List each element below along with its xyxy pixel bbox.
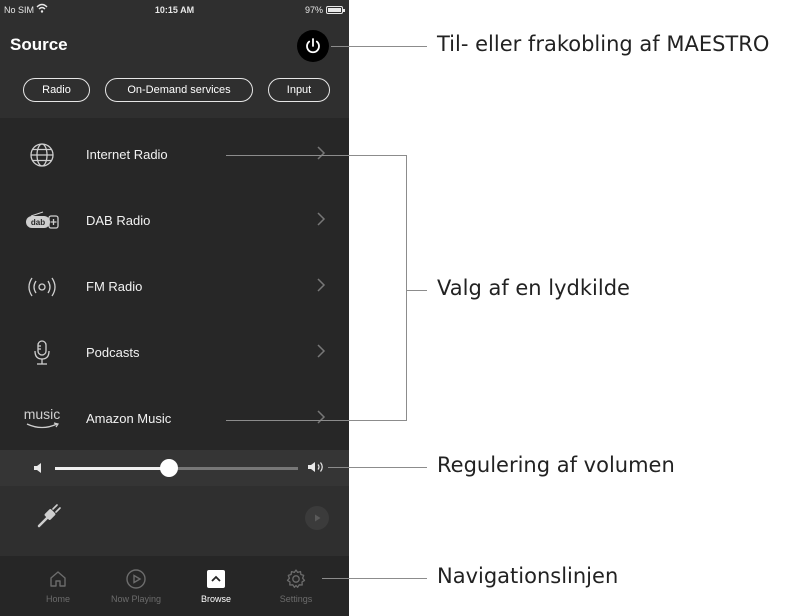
nav-label: Now Playing bbox=[110, 594, 162, 604]
page-title: Source bbox=[10, 35, 68, 54]
nav-now-playing[interactable]: Now Playing bbox=[101, 566, 171, 604]
volume-level-fill bbox=[55, 467, 170, 470]
tab-radio[interactable]: Radio bbox=[23, 78, 90, 102]
list-item-podcasts[interactable]: Podcasts bbox=[0, 319, 349, 385]
callout-line-power bbox=[331, 46, 427, 47]
callout-bracket-source bbox=[406, 155, 407, 421]
phone-screen: No SIM 10:15 AM 97% Source Radio On-Dema… bbox=[0, 0, 349, 616]
callout-line-volume bbox=[328, 467, 427, 468]
source-list: Internet Radio dab DAB Radio FM Radio Po… bbox=[0, 118, 349, 450]
callout-line-source bbox=[406, 290, 427, 291]
nav-home[interactable]: Home bbox=[23, 566, 93, 604]
microphone-icon bbox=[22, 338, 62, 368]
status-bar: No SIM 10:15 AM 97% bbox=[0, 0, 349, 22]
list-item-label: Amazon Music bbox=[86, 411, 172, 426]
power-icon bbox=[306, 38, 320, 54]
list-item-label: Internet Radio bbox=[86, 147, 168, 162]
list-item-label: FM Radio bbox=[86, 279, 143, 294]
nav-browse[interactable]: Browse bbox=[181, 566, 251, 604]
list-item-internet-radio[interactable]: Internet Radio bbox=[0, 121, 349, 187]
nav-settings[interactable]: Settings bbox=[261, 566, 331, 604]
now-playing-strip bbox=[0, 486, 349, 556]
list-item-amazon-music[interactable]: music Amazon Music bbox=[0, 385, 349, 451]
callout-source: Valg af en lydkilde bbox=[437, 276, 630, 300]
home-icon bbox=[23, 566, 93, 592]
dab-icon: dab bbox=[22, 206, 62, 236]
gear-icon bbox=[261, 566, 331, 592]
list-item-fm-radio[interactable]: FM Radio bbox=[0, 253, 349, 319]
play-circle-icon bbox=[101, 566, 171, 592]
callout-line-source-top bbox=[226, 155, 406, 156]
nav-label: Settings bbox=[279, 594, 313, 604]
browse-icon bbox=[181, 566, 251, 592]
callout-navigation: Navigationslinjen bbox=[437, 564, 619, 588]
battery-icon bbox=[326, 6, 345, 14]
battery-percent: 97% bbox=[304, 5, 323, 15]
amazon-music-icon: music bbox=[18, 404, 66, 434]
tab-on-demand-services[interactable]: On-Demand services bbox=[105, 78, 253, 102]
input-plug-icon bbox=[36, 503, 62, 534]
power-button[interactable] bbox=[297, 30, 329, 62]
chevron-right-icon bbox=[316, 211, 326, 232]
radio-waves-icon bbox=[22, 272, 62, 302]
play-button[interactable] bbox=[305, 506, 329, 530]
callout-line-navigation bbox=[322, 578, 427, 579]
nav-label: Home bbox=[45, 594, 70, 604]
list-item-label: Podcasts bbox=[86, 345, 140, 360]
chevron-right-icon bbox=[316, 343, 326, 364]
callout-line-source-bottom bbox=[226, 420, 406, 421]
callout-volume: Regulering af volumen bbox=[437, 453, 675, 477]
volume-high-icon bbox=[307, 460, 325, 479]
tab-input[interactable]: Input bbox=[268, 78, 330, 102]
source-tabs: Radio On-Demand services Input bbox=[0, 78, 349, 104]
chevron-right-icon bbox=[316, 277, 326, 298]
volume-low-icon bbox=[33, 461, 43, 479]
navigation-bar: Home Now Playing Browse Settings bbox=[0, 556, 349, 616]
callout-power: Til- eller frakobling af MAESTRO bbox=[437, 32, 770, 56]
volume-slider-handle[interactable] bbox=[160, 459, 179, 477]
clock: 10:15 AM bbox=[154, 5, 195, 15]
volume-bar bbox=[0, 450, 349, 486]
play-icon bbox=[315, 514, 321, 522]
svg-text:music: music bbox=[24, 406, 61, 422]
list-item-label: DAB Radio bbox=[86, 213, 151, 228]
list-item-dab-radio[interactable]: dab DAB Radio bbox=[0, 187, 349, 253]
globe-icon bbox=[22, 140, 62, 170]
svg-text:dab: dab bbox=[31, 218, 45, 227]
nav-label: Browse bbox=[200, 594, 231, 604]
